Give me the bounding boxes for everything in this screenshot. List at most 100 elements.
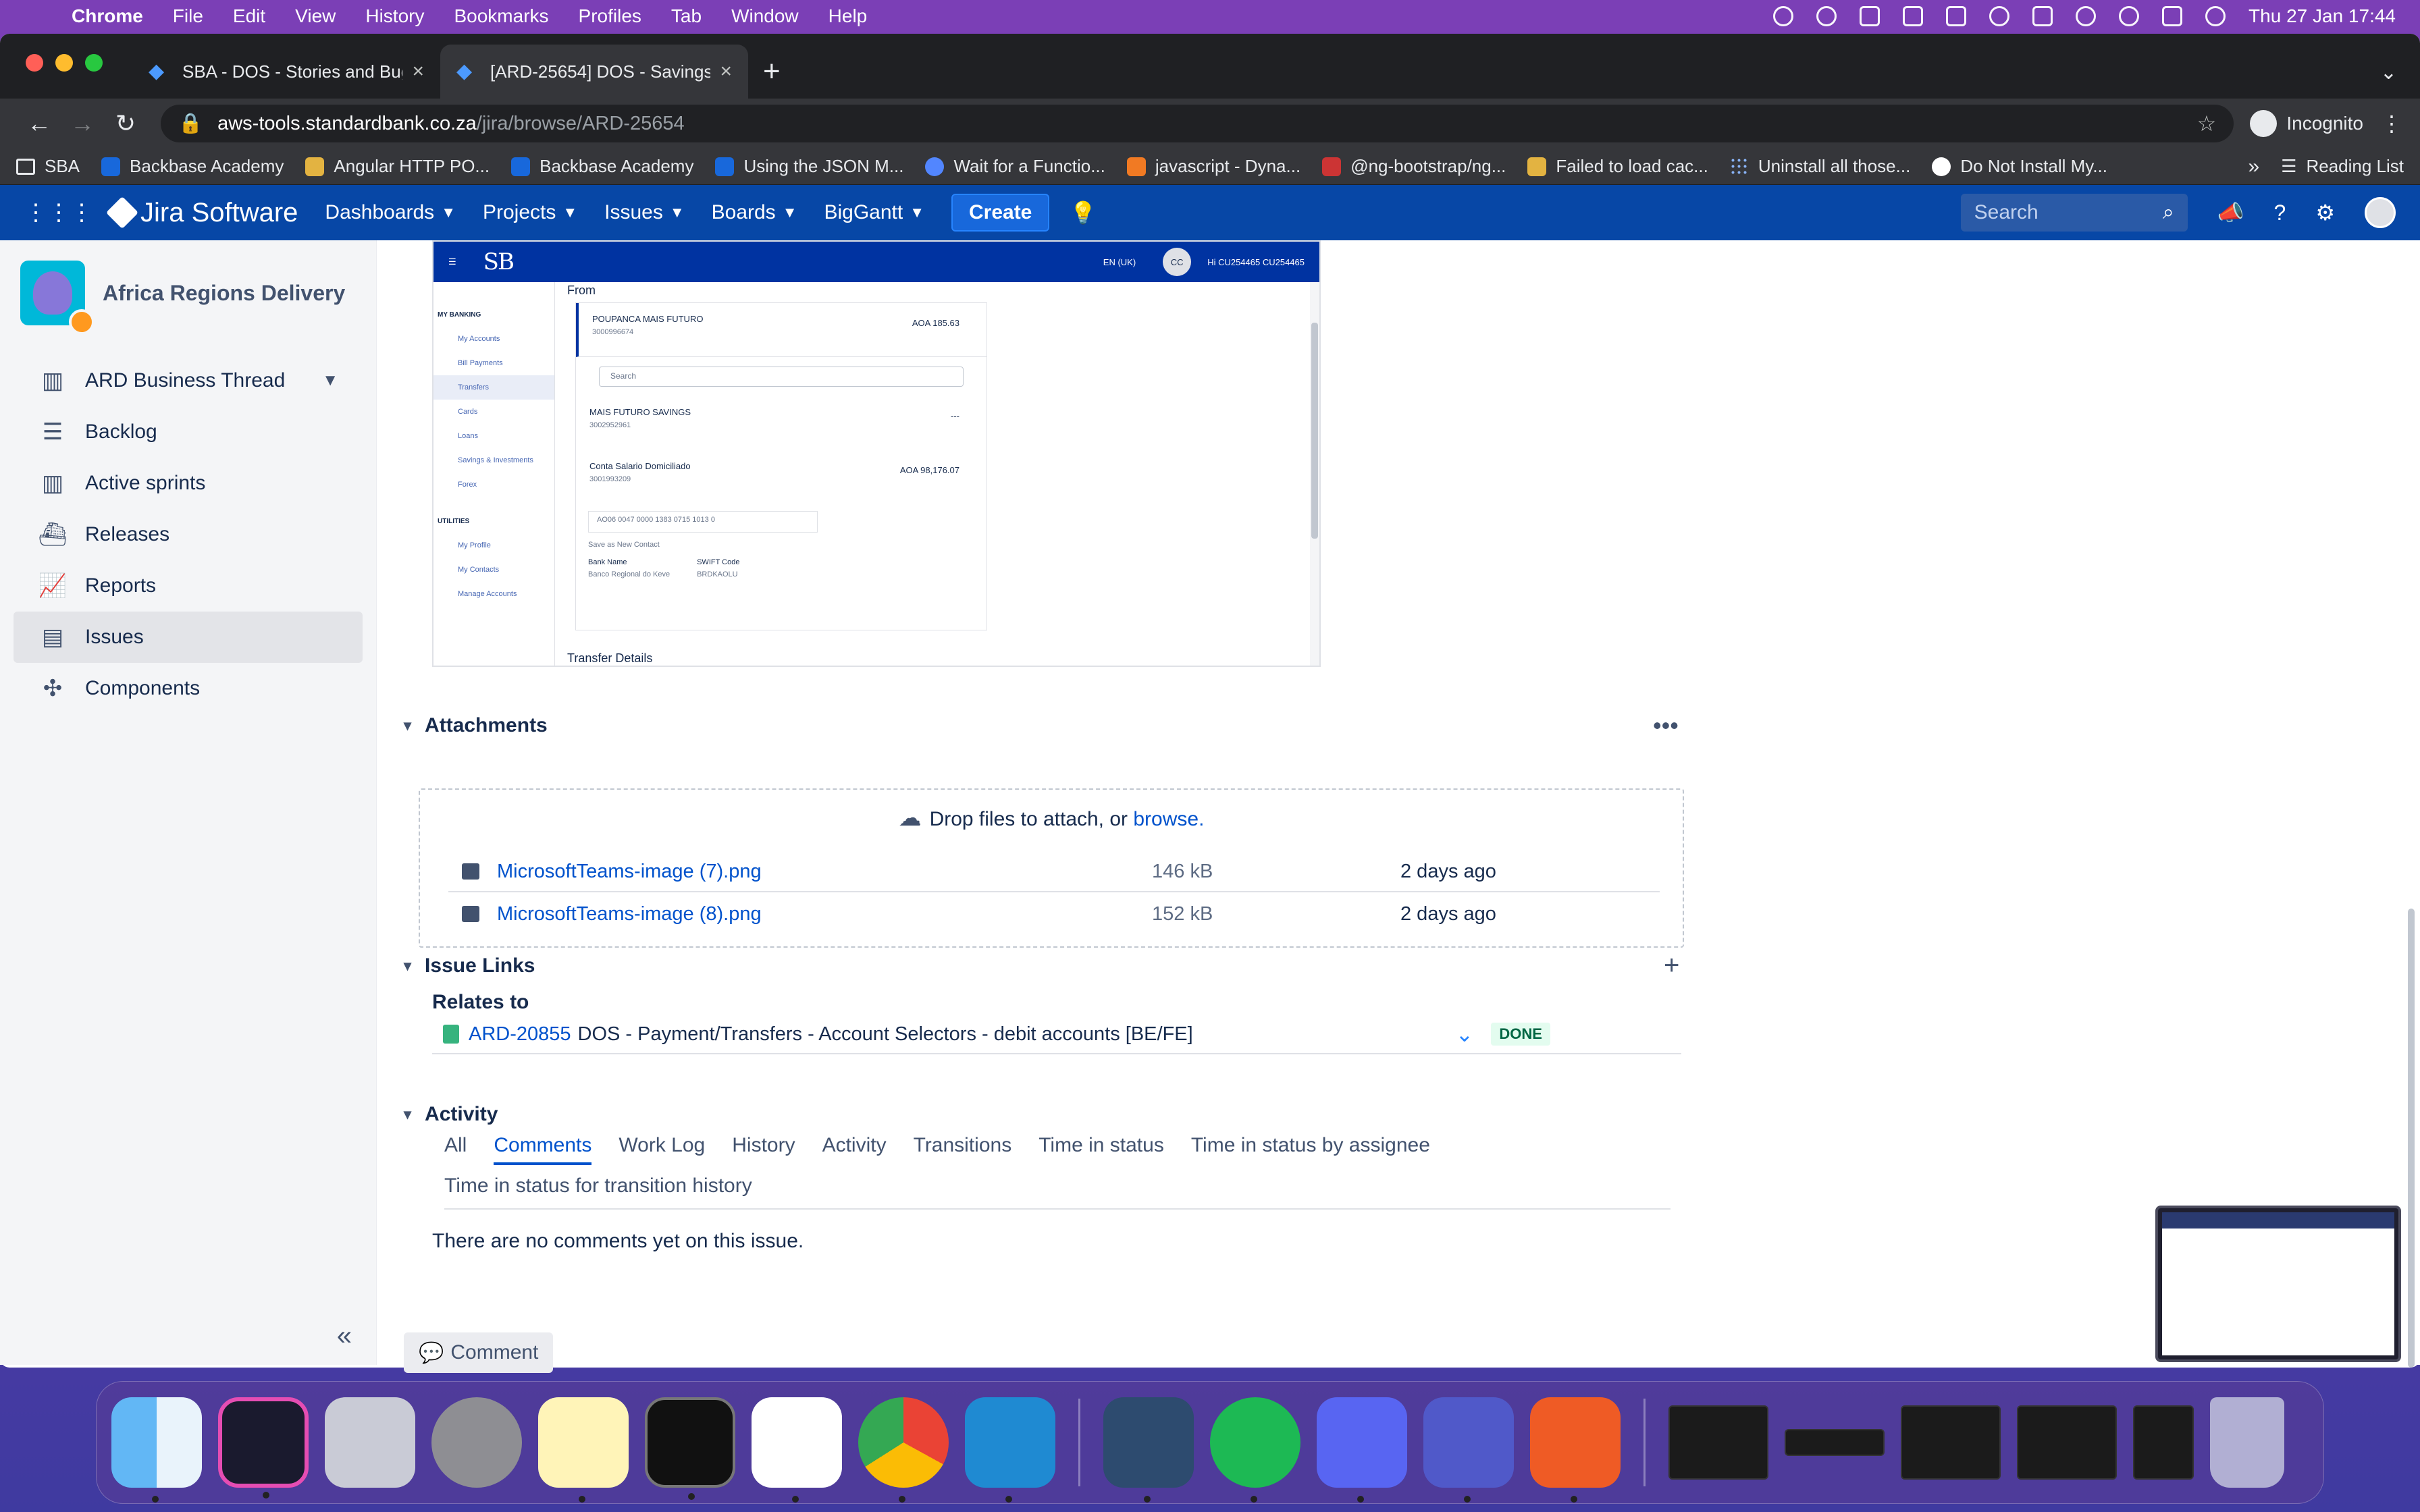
vscode-icon[interactable] xyxy=(965,1397,1055,1503)
sidebar-item-components[interactable]: ✣ Components xyxy=(14,663,363,714)
sidebar-item-active-sprints[interactable]: ▥ Active sprints xyxy=(14,458,363,509)
tab-time-in-status[interactable]: Time in status xyxy=(1038,1134,1164,1165)
attachment-row[interactable]: MicrosoftTeams-image (8).png 152 kB 2 da… xyxy=(448,894,1660,934)
bookmark-item[interactable]: SBA xyxy=(16,156,80,177)
nav-dashboards[interactable]: Dashboards ▼ xyxy=(325,201,456,224)
tab-work-log[interactable]: Work Log xyxy=(619,1134,705,1165)
postman-icon[interactable] xyxy=(1530,1397,1621,1503)
help-icon[interactable]: ? xyxy=(2274,200,2286,225)
system-preferences-icon[interactable] xyxy=(431,1397,522,1488)
nav-projects[interactable]: Projects ▼ xyxy=(483,201,577,224)
screenshot-thumbnail[interactable] xyxy=(2155,1206,2401,1362)
jira-logo[interactable]: Jira Software xyxy=(105,196,298,230)
close-tab-icon[interactable]: × xyxy=(412,60,424,83)
page-scrollbar[interactable] xyxy=(2408,909,2415,1368)
issue-link-row[interactable]: ARD-20855 DOS - Payment/Transfers - Acco… xyxy=(432,1015,1681,1054)
bookmark-item[interactable]: Backbase Academy xyxy=(101,156,284,177)
menubar-clock[interactable]: Thu 27 Jan 17:44 xyxy=(2248,5,2396,27)
project-header[interactable]: Africa Regions Delivery xyxy=(0,240,376,339)
tab-transitions[interactable]: Transitions xyxy=(914,1134,1012,1165)
chrome-menu-icon[interactable]: ⋮ xyxy=(2381,111,2402,136)
sidebar-item-reports[interactable]: 📈 Reports xyxy=(14,560,363,612)
incognito-indicator[interactable]: Incognito xyxy=(2250,110,2363,137)
tab-time-in-status-transition[interactable]: Time in status for transition history xyxy=(444,1174,752,1197)
teams-icon[interactable] xyxy=(1423,1397,1514,1503)
chrome-icon[interactable] xyxy=(858,1397,949,1503)
notes-icon[interactable] xyxy=(538,1397,629,1503)
linked-issue-summary[interactable]: DOS - Payment/Transfers - Account Select… xyxy=(578,1023,1456,1046)
tab-time-in-status-by-assignee[interactable]: Time in status by assignee xyxy=(1191,1134,1430,1165)
close-window-icon[interactable] xyxy=(26,54,43,72)
tab-search-icon[interactable]: ⌄ xyxy=(2380,61,2397,84)
discord-icon[interactable] xyxy=(1317,1397,1407,1503)
launchpad-icon[interactable] xyxy=(325,1397,415,1488)
intellij-icon[interactable] xyxy=(218,1397,309,1498)
board-selector[interactable]: ▥ ARD Business Thread ▼ xyxy=(14,355,363,406)
notifications-icon[interactable]: 📣 xyxy=(2217,200,2244,225)
forward-icon[interactable]: → xyxy=(61,109,104,138)
attachments-header[interactable]: ▾ Attachments xyxy=(404,714,548,737)
slack-icon[interactable] xyxy=(752,1397,842,1503)
control-center-icon[interactable] xyxy=(2162,6,2183,26)
minimized-window-discord-call[interactable] xyxy=(2133,1405,2194,1480)
bookmark-item[interactable]: javascript - Dyna... xyxy=(1126,156,1300,177)
comment-button[interactable]: 💬 Comment xyxy=(404,1332,554,1373)
minimized-window-slack[interactable] xyxy=(2017,1405,2117,1480)
embedded-screenshot[interactable]: ☰ SB EN (UK) CC Hi CU254465 CU254465 MY … xyxy=(432,240,1321,667)
chevron-down-icon[interactable]: ▾ xyxy=(404,1106,411,1123)
sidebar-item-releases[interactable]: ⛴ Releases xyxy=(14,509,363,560)
settings-gear-icon[interactable]: ⚙ xyxy=(2315,200,2335,225)
bookmark-item[interactable]: Failed to load cac... xyxy=(1527,156,1708,177)
menu-app-chrome[interactable]: Chrome xyxy=(72,5,143,27)
close-tab-icon[interactable]: × xyxy=(720,60,732,83)
new-tab-icon[interactable]: + xyxy=(763,45,781,99)
add-link-icon[interactable]: + xyxy=(1664,950,1679,981)
nav-issues[interactable]: Issues ▼ xyxy=(604,201,685,224)
activity-header[interactable]: ▾ Activity xyxy=(404,1103,498,1126)
attachment-name[interactable]: MicrosoftTeams-image (8).png xyxy=(497,903,1152,925)
play-icon[interactable] xyxy=(1989,6,2010,26)
battery-icon[interactable] xyxy=(2032,6,2053,26)
issue-links-header[interactable]: ▾ Issue Links xyxy=(404,954,535,977)
trash-icon[interactable] xyxy=(2210,1397,2284,1488)
music-icon[interactable] xyxy=(1816,6,1837,26)
terminal-icon[interactable] xyxy=(645,1397,735,1500)
chevron-down-icon[interactable]: ▾ xyxy=(404,957,411,975)
spotlight-icon[interactable] xyxy=(2119,6,2140,26)
menu-history[interactable]: History xyxy=(365,5,424,27)
minimized-window-spotify[interactable] xyxy=(1668,1405,1768,1480)
siri-icon[interactable] xyxy=(2205,6,2226,26)
back-icon[interactable]: ← xyxy=(18,109,61,138)
notification-icon[interactable] xyxy=(1946,6,1967,26)
headphones-icon[interactable] xyxy=(1903,6,1924,26)
more-options-icon[interactable]: ••• xyxy=(1653,711,1679,740)
bookmarks-overflow-icon[interactable]: » xyxy=(2248,155,2259,178)
record-icon[interactable] xyxy=(1773,6,1794,26)
bookmark-item[interactable]: Do Not Install My... xyxy=(1932,156,2107,177)
bookmark-item[interactable]: Wait for a Functio... xyxy=(925,156,1105,177)
address-bar[interactable]: 🔒 aws-tools.standardbank.co.za/jira/brow… xyxy=(161,105,2234,142)
bookmark-star-icon[interactable]: ☆ xyxy=(2197,111,2217,136)
reading-list[interactable]: ☰ Reading List xyxy=(2281,156,2404,177)
attachment-name[interactable]: MicrosoftTeams-image (7).png xyxy=(497,861,1152,883)
bookmark-item[interactable]: @ng-bootstrap/ng... xyxy=(1322,156,1506,177)
attachment-row[interactable]: MicrosoftTeams-image (7).png 146 kB 2 da… xyxy=(448,852,1660,892)
minimized-window-vscode[interactable] xyxy=(1785,1429,1885,1456)
screen-icon[interactable] xyxy=(1860,6,1880,26)
user-avatar[interactable] xyxy=(2365,197,2396,228)
mysql-workbench-icon[interactable] xyxy=(1103,1397,1194,1503)
bookmark-item[interactable]: Using the JSON M... xyxy=(715,156,903,177)
sidebar-item-issues[interactable]: ▤ Issues xyxy=(14,612,363,663)
nav-biggantt[interactable]: BigGantt ▼ xyxy=(824,201,924,224)
lock-icon[interactable]: 🔒 xyxy=(178,112,203,135)
menu-window[interactable]: Window xyxy=(731,5,799,27)
menu-profiles[interactable]: Profiles xyxy=(579,5,641,27)
collapse-sidebar-icon[interactable]: « xyxy=(337,1321,352,1351)
sidebar-item-backlog[interactable]: ☰ Backlog xyxy=(14,406,363,458)
browser-tab-active[interactable]: ◆ [ARD-25654] DOS - Savings a × xyxy=(440,45,748,99)
browse-link[interactable]: browse. xyxy=(1133,808,1204,830)
app-switcher-icon[interactable]: ⋮⋮⋮ xyxy=(24,199,93,226)
menu-file[interactable]: File xyxy=(173,5,203,27)
attachment-dropzone[interactable]: ☁ Drop files to attach, or browse. Micros… xyxy=(419,788,1684,948)
nav-boards[interactable]: Boards ▼ xyxy=(712,201,797,224)
